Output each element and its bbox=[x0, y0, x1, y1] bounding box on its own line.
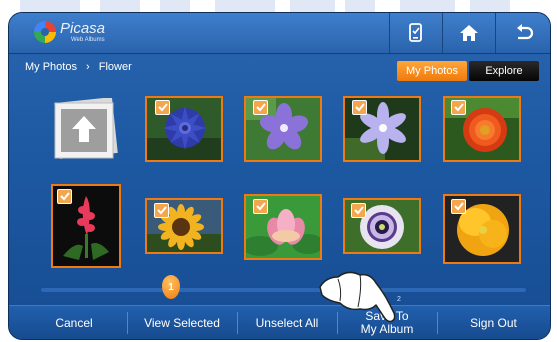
back-arrow-icon bbox=[516, 24, 533, 40]
photo-checkbox[interactable] bbox=[253, 199, 268, 214]
check-icon bbox=[354, 103, 365, 112]
remote-button[interactable] bbox=[389, 13, 442, 53]
tv-screen: Picasa Web Albums My Photos › Flower My … bbox=[8, 12, 551, 340]
check-icon bbox=[157, 103, 168, 112]
current-page-badge: 1 bbox=[162, 275, 180, 299]
view-selected-button[interactable]: View Selected bbox=[127, 306, 237, 339]
photo-checkbox[interactable] bbox=[253, 100, 268, 115]
top-bar: Picasa Web Albums bbox=[9, 13, 550, 54]
picasa-pinwheel-icon bbox=[34, 21, 56, 43]
check-icon bbox=[453, 202, 464, 211]
breadcrumb-current: Flower bbox=[98, 61, 132, 73]
check-icon bbox=[453, 103, 464, 112]
bottom-action-bar: Cancel View Selected Unselect All Save T… bbox=[9, 305, 550, 339]
page-progress-bar[interactable] bbox=[41, 288, 526, 292]
phone-hand-icon bbox=[409, 23, 422, 42]
tab-explore[interactable]: Explore bbox=[469, 61, 539, 81]
breadcrumb-separator-icon: › bbox=[86, 61, 90, 73]
breadcrumb-root[interactable]: My Photos bbox=[25, 61, 77, 73]
photo-checkbox[interactable] bbox=[154, 203, 169, 218]
picasa-logo: Picasa Web Albums bbox=[34, 19, 124, 47]
photo-checkbox[interactable] bbox=[451, 199, 466, 214]
check-icon bbox=[156, 206, 167, 215]
check-icon bbox=[353, 206, 364, 215]
up-folder-button[interactable] bbox=[51, 97, 119, 160]
breadcrumb: My Photos › Flower bbox=[25, 61, 138, 73]
home-button[interactable] bbox=[442, 13, 495, 53]
check-icon bbox=[255, 103, 266, 112]
tab-my-photos[interactable]: My Photos bbox=[397, 61, 467, 81]
home-icon bbox=[460, 25, 478, 41]
logo-name: Picasa bbox=[60, 20, 106, 37]
check-icon bbox=[255, 202, 266, 211]
photo-checkbox[interactable] bbox=[351, 203, 366, 218]
photo-checkbox[interactable] bbox=[57, 189, 72, 204]
pointing-hand-icon bbox=[319, 271, 396, 323]
logo-subtitle: Web Albums bbox=[71, 37, 105, 43]
cancel-button[interactable]: Cancel bbox=[19, 306, 129, 339]
sign-out-button[interactable]: Sign Out bbox=[437, 306, 550, 339]
photo-checkbox[interactable] bbox=[155, 100, 170, 115]
breadcrumb-row: My Photos › Flower My Photos Explore bbox=[9, 54, 550, 82]
photo-checkbox[interactable] bbox=[451, 100, 466, 115]
back-button[interactable] bbox=[495, 13, 550, 53]
photo-checkbox[interactable] bbox=[352, 100, 367, 115]
up-folder-thumbnail bbox=[54, 97, 118, 159]
check-icon bbox=[59, 192, 70, 201]
